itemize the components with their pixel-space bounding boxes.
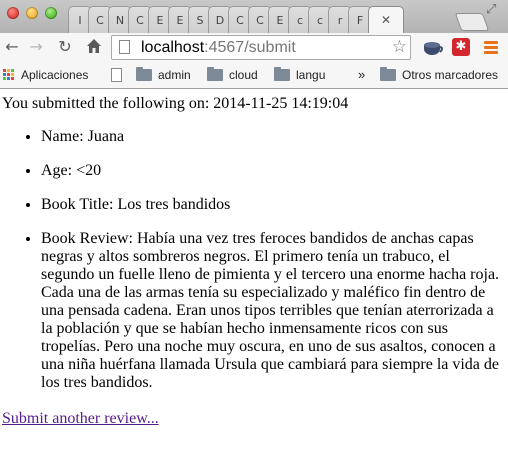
page-content: You submitted the following on: 2014-11-… bbox=[0, 91, 508, 459]
page-icon bbox=[119, 40, 130, 54]
tabs: I C N C E E S D C C E c c r F ✕ bbox=[68, 6, 404, 33]
tab-favicon-icon: r bbox=[337, 13, 343, 27]
field-value: Juana bbox=[87, 128, 125, 145]
bookmarks-overflow-button[interactable]: » bbox=[358, 67, 365, 83]
new-tab-button[interactable] bbox=[454, 13, 490, 31]
home-icon bbox=[87, 39, 101, 53]
bookmarks-bar: Aplicaciones admin cloud langu » Otros m… bbox=[0, 62, 508, 89]
bookmark-folder-label: Otros marcadores bbox=[402, 68, 499, 82]
active-tab[interactable]: ✕ bbox=[368, 6, 404, 33]
folder-icon bbox=[274, 67, 290, 81]
field-label: Age: bbox=[41, 162, 73, 179]
arrow-left-icon: ← bbox=[5, 37, 19, 56]
field-label: Book Review: bbox=[41, 230, 133, 247]
folder-icon bbox=[207, 67, 223, 81]
url-host: localhost bbox=[141, 39, 205, 56]
bookmark-folder-cloud[interactable]: cloud bbox=[207, 67, 258, 83]
bookmark-folder-label: admin bbox=[158, 68, 191, 82]
tab-favicon-icon: c bbox=[296, 13, 304, 27]
arrow-right-icon: → bbox=[29, 37, 43, 56]
tab-close-icon[interactable]: ✕ bbox=[381, 13, 391, 27]
tab-favicon-icon: I bbox=[78, 13, 82, 27]
tab-favicon-icon: S bbox=[196, 13, 204, 27]
url-path: :4567/submit bbox=[204, 39, 296, 56]
chrome-menu-icon[interactable] bbox=[484, 41, 498, 55]
url-text[interactable]: localhost:4567/submit bbox=[141, 38, 296, 58]
field-book-review: Book Review: Había una vez tres feroces … bbox=[41, 230, 505, 392]
bookmark-apps[interactable]: Aplicaciones bbox=[3, 67, 88, 83]
tab-favicon-icon: C bbox=[96, 13, 104, 27]
field-value: Había una vez tres feroces bandidos de a… bbox=[41, 230, 500, 391]
extension-cup-icon[interactable] bbox=[422, 38, 443, 58]
browser-chrome: I C N C E E S D C C E c c r F ✕ ⤢ ← → ↻ … bbox=[0, 0, 508, 90]
tab-favicon-icon: E bbox=[276, 13, 284, 27]
field-book-title: Book Title: Los tres bandidos bbox=[41, 196, 505, 214]
tab-favicon-icon: C bbox=[136, 13, 144, 27]
bookmark-apps-label: Aplicaciones bbox=[21, 68, 89, 82]
reload-button[interactable]: ↻ bbox=[56, 38, 74, 56]
home-button[interactable] bbox=[85, 38, 103, 56]
address-bar[interactable]: localhost:4567/submit ☆ bbox=[111, 35, 411, 60]
field-name: Name: Juana bbox=[41, 128, 505, 146]
submission-intro: You submitted the following on: 2014-11-… bbox=[2, 95, 349, 112]
field-value: Los tres bandidos bbox=[117, 196, 231, 213]
fullscreen-icon[interactable]: ⤢ bbox=[486, 2, 504, 18]
bookmark-page-icon[interactable] bbox=[111, 68, 122, 82]
tab-favicon-icon: E bbox=[156, 13, 164, 27]
window-minimize-button[interactable] bbox=[26, 7, 38, 19]
field-value: <20 bbox=[76, 162, 102, 179]
tab-favicon-icon: F bbox=[356, 13, 364, 27]
bookmark-folder-langu[interactable]: langu bbox=[274, 67, 325, 83]
apps-grid-icon bbox=[3, 69, 15, 81]
field-age: Age: <20 bbox=[41, 162, 505, 180]
field-label: Name: bbox=[41, 128, 84, 145]
bookmark-folder-label: cloud bbox=[229, 68, 258, 82]
tab-favicon-icon: N bbox=[115, 13, 125, 27]
tab-favicon-icon: C bbox=[236, 13, 244, 27]
extension-asterisk-icon[interactable]: ✱ bbox=[452, 38, 470, 56]
bookmark-folder-admin[interactable]: admin bbox=[136, 67, 191, 83]
back-button[interactable]: ← bbox=[3, 38, 21, 56]
bookmark-folder-label: langu bbox=[296, 68, 326, 82]
tab-favicon-icon: E bbox=[176, 13, 184, 27]
bookmark-star-icon[interactable]: ☆ bbox=[392, 37, 407, 57]
folder-icon bbox=[136, 67, 152, 81]
submit-another-review-link[interactable]: Submit another review... bbox=[2, 410, 159, 428]
folder-icon bbox=[380, 67, 396, 81]
window-close-button[interactable] bbox=[7, 7, 19, 19]
forward-button[interactable]: → bbox=[27, 38, 45, 56]
tab-strip: I C N C E E S D C C E c c r F ✕ ⤢ bbox=[0, 0, 508, 33]
toolbar: ← → ↻ localhost:4567/submit ☆ ✱ bbox=[0, 33, 508, 62]
tab-favicon-icon: D bbox=[215, 13, 225, 27]
window-maximize-button[interactable] bbox=[45, 7, 57, 19]
submission-fields: Name: Juana Age: <20 Book Title: Los tre… bbox=[0, 128, 505, 392]
field-label: Book Title: bbox=[41, 196, 114, 213]
tab-favicon-icon: C bbox=[256, 13, 264, 27]
tab-favicon-icon: c bbox=[316, 13, 324, 27]
reload-icon: ↻ bbox=[58, 37, 72, 56]
bookmark-folder-other[interactable]: Otros marcadores bbox=[380, 67, 498, 83]
